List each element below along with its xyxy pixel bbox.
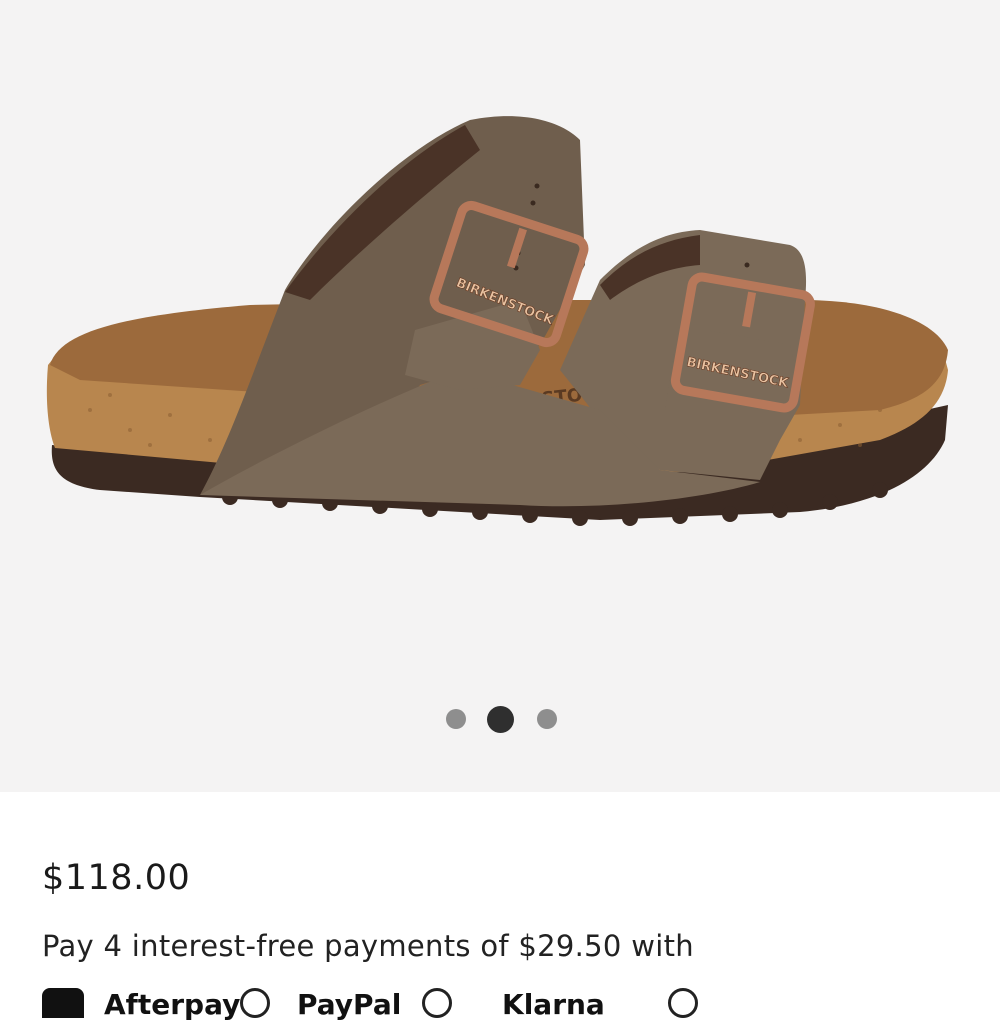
klarna-info-icon[interactable] <box>668 988 698 1018</box>
klarna-logo-text: Klarna <box>502 988 605 1021</box>
carousel-dot-3[interactable] <box>537 709 557 729</box>
afterpay-logo-icon <box>42 988 84 1018</box>
afterpay-info-icon[interactable] <box>240 988 270 1018</box>
product-price: $118.00 <box>42 858 191 898</box>
installment-message: Pay 4 interest-free payments of $29.50 w… <box>42 929 694 963</box>
carousel-dot-1[interactable] <box>446 709 466 729</box>
carousel-pagination[interactable] <box>0 706 1000 733</box>
afterpay-logo-text: Afterpay <box>104 988 241 1021</box>
product-image[interactable]: STOCK BIRKENSTOCK BIRKENSTOCK <box>0 0 1000 792</box>
payment-provider-row: Afterpay PayPal Klarna <box>42 984 942 1021</box>
product-image-gallery[interactable]: STOCK BIRKENSTOCK BIRKENSTOCK <box>0 0 1000 792</box>
paypal-logo-text: PayPal <box>297 988 402 1021</box>
paypal-info-icon[interactable] <box>422 988 452 1018</box>
afterpay-option[interactable]: Afterpay <box>42 984 240 1021</box>
carousel-dot-2-active[interactable] <box>487 706 514 733</box>
klarna-option[interactable]: Klarna <box>502 984 662 1021</box>
